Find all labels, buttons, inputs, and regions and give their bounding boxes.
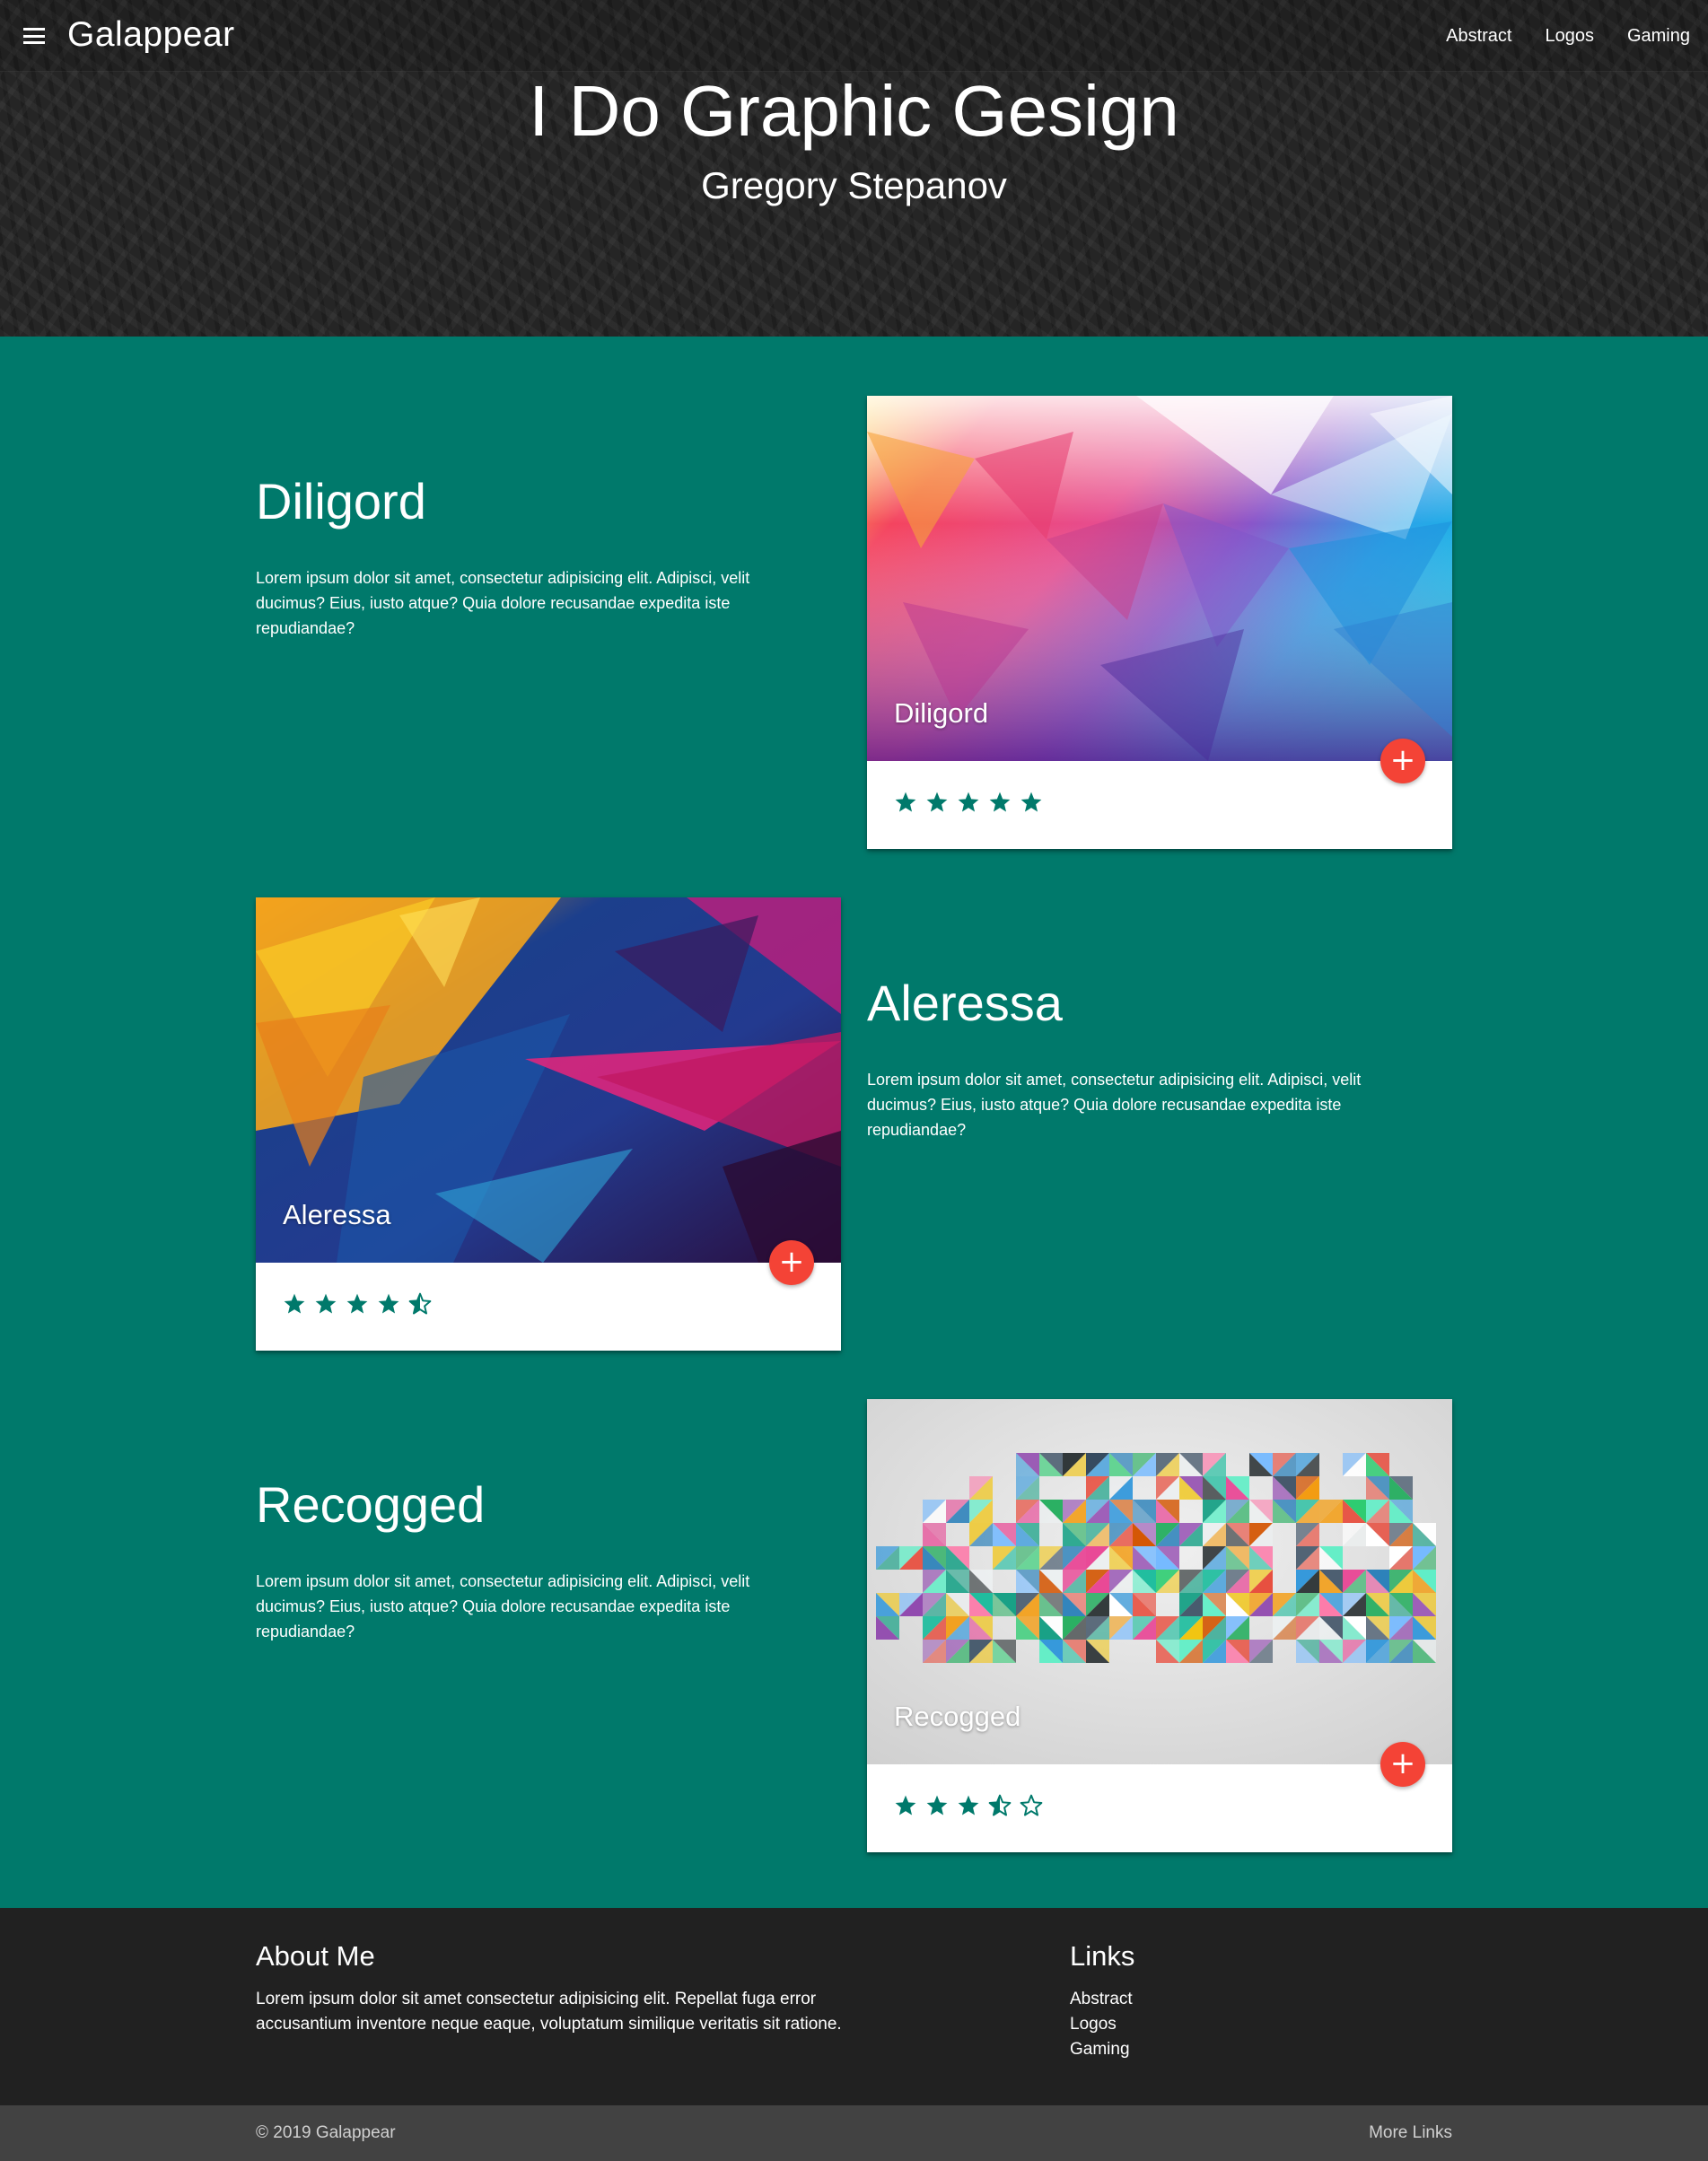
card-caption: Aleressa: [283, 1199, 391, 1230]
hero-header: Galappear Abstract Logos Gaming I Do Gra…: [0, 0, 1708, 337]
hero-title: I Do Graphic Gesign: [529, 71, 1179, 151]
project-card: Recogged +: [867, 1399, 1452, 1852]
footer-links-title: Links: [1070, 1940, 1135, 1972]
footer-links-list: Abstract Logos Gaming: [1070, 1987, 1133, 2062]
star-full-icon: [1020, 792, 1042, 812]
nav-links: Abstract Logos Gaming: [1413, 0, 1690, 72]
nav-link-logos[interactable]: Logos: [1545, 26, 1594, 47]
star-full-icon: [989, 792, 1011, 812]
hamburger-menu-icon[interactable]: [23, 28, 45, 44]
star-rating: [283, 1292, 440, 1316]
star-half-icon: [408, 1292, 432, 1315]
item-description: Lorem ipsum dolor sit amet, consectetur …: [867, 1071, 1362, 1139]
star-full-icon: [926, 1795, 948, 1815]
footer-about-text: Lorem ipsum dolor sit amet consectetur a…: [256, 1990, 842, 2034]
copyright-text: © 2019 Galappear: [256, 2123, 396, 2142]
footer-link-logos[interactable]: Logos: [1070, 2015, 1117, 2034]
star-full-icon: [346, 1293, 368, 1314]
footer: About Me Lorem ipsum dolor sit amet cons…: [0, 1908, 1708, 2105]
card-caption: Diligord: [894, 697, 989, 729]
nav-link-abstract[interactable]: Abstract: [1446, 26, 1511, 47]
star-full-icon: [958, 1795, 979, 1815]
item-title: Diligord: [256, 473, 426, 529]
star-full-icon: [895, 1795, 916, 1815]
add-button[interactable]: +: [1380, 739, 1425, 783]
navbar: Galappear Abstract Logos Gaming: [0, 0, 1708, 72]
item-title: Recogged: [256, 1476, 486, 1533]
star-full-icon: [315, 1293, 337, 1314]
star-full-icon: [926, 792, 948, 812]
star-empty-icon: [1020, 1794, 1043, 1816]
project-card: Aleressa +: [256, 897, 841, 1351]
add-button[interactable]: +: [769, 1240, 814, 1285]
card-caption: Recogged: [894, 1701, 1021, 1732]
nav-link-gaming[interactable]: Gaming: [1627, 26, 1690, 47]
star-half-icon: [988, 1794, 1012, 1816]
item-title: Aleressa: [867, 975, 1063, 1031]
star-full-icon: [895, 792, 916, 812]
star-full-icon: [958, 792, 979, 812]
hero-subtitle: Gregory Stepanov: [701, 164, 1007, 206]
brand-logo-link[interactable]: Galappear: [67, 15, 235, 55]
more-links-link[interactable]: More Links: [1369, 2123, 1452, 2143]
star-full-icon: [284, 1293, 305, 1314]
item-description: Lorem ipsum dolor sit amet, consectetur …: [256, 569, 750, 637]
item-description: Lorem ipsum dolor sit amet, consectetur …: [256, 1572, 750, 1640]
star-rating: [894, 791, 1051, 814]
copyright-bar: © 2019 Galappear More Links: [0, 2105, 1708, 2161]
footer-about-title: About Me: [256, 1940, 375, 1972]
add-button[interactable]: +: [1380, 1742, 1425, 1787]
star-full-icon: [378, 1293, 399, 1314]
star-rating: [894, 1794, 1051, 1817]
footer-link-abstract[interactable]: Abstract: [1070, 1990, 1133, 2008]
footer-link-gaming[interactable]: Gaming: [1070, 2040, 1130, 2059]
project-card: Diligord +: [867, 396, 1452, 849]
